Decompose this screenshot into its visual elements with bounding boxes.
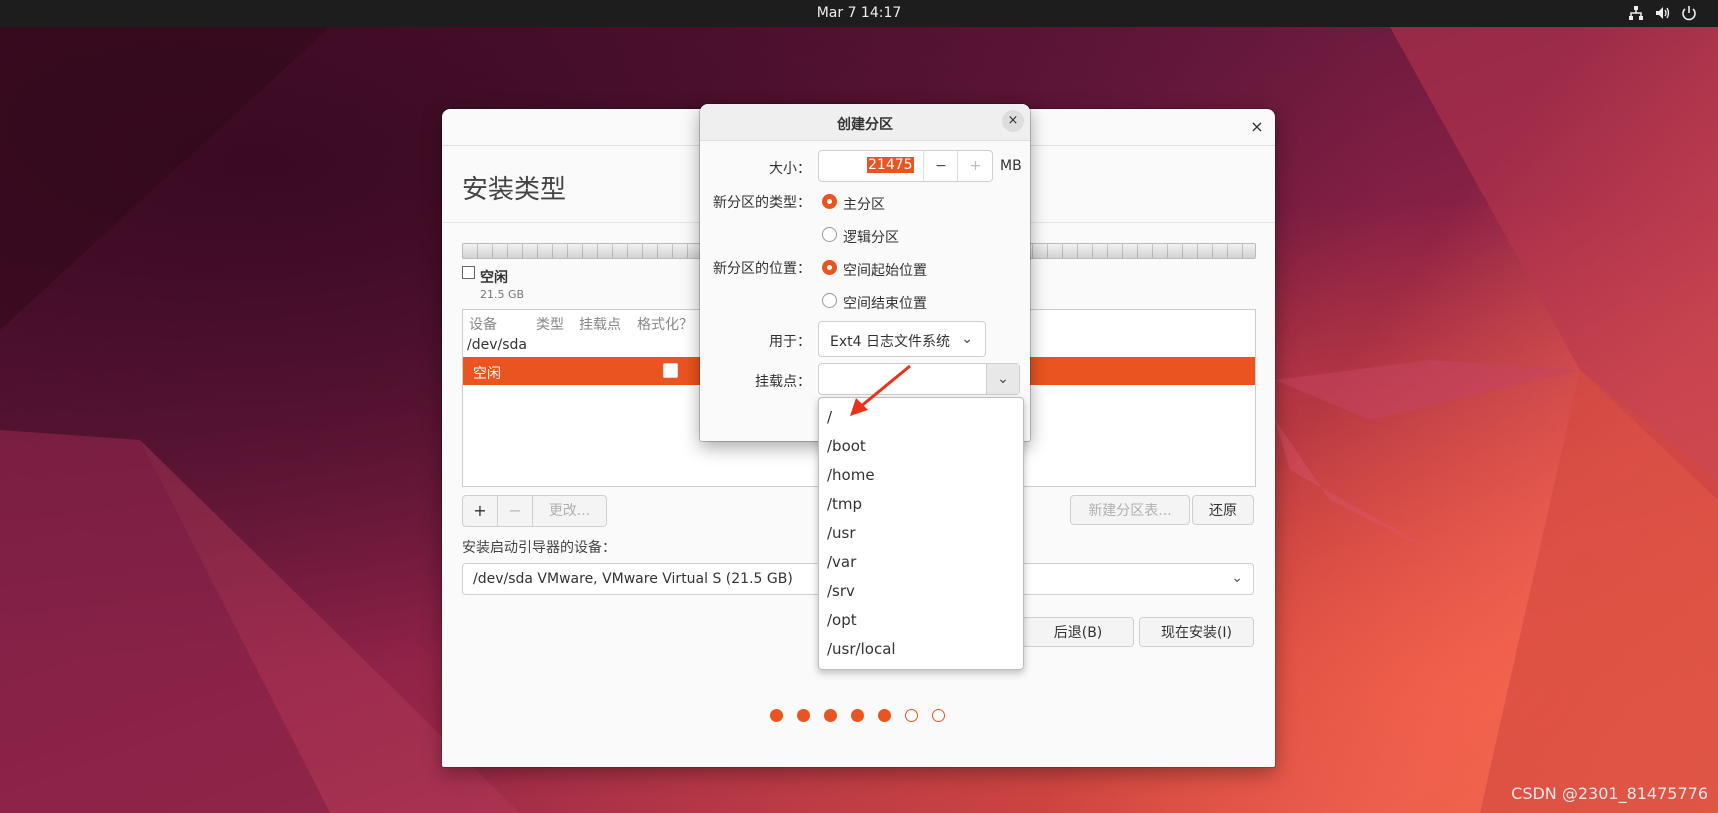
legend-label: 空闲 <box>480 270 508 286</box>
increment-button[interactable]: + <box>957 151 993 181</box>
partition-location-label: 新分区的位置： <box>713 261 811 277</box>
mount-point-dropdown: / /boot /home /tmp /usr /var /srv /opt /… <box>818 397 1024 670</box>
bootloader-value: /dev/sda VMware, VMware Virtual S (21.5 … <box>473 571 793 587</box>
progress-dot <box>851 709 864 722</box>
progress-dot <box>932 709 945 722</box>
radio-logical[interactable] <box>822 227 837 242</box>
chevron-down-icon: ⌄ <box>961 331 973 347</box>
back-button[interactable]: 后退(B) <box>1022 617 1134 647</box>
column-header-format[interactable]: 格式化？ <box>637 314 693 334</box>
mount-dropdown-button[interactable]: ⌄ <box>986 364 1019 394</box>
filesystem-select[interactable]: Ext4 日志文件系统 ⌄ <box>818 321 986 357</box>
dropdown-option[interactable]: /srv <box>819 577 1023 606</box>
legend-size: 21.5 GB <box>480 288 525 301</box>
radio-primary[interactable] <box>822 194 837 209</box>
mount-point-label: 挂载点： <box>755 374 811 390</box>
mount-point-combo[interactable]: ⌄ <box>818 363 1020 395</box>
radio-primary-label[interactable]: 主分区 <box>843 194 885 214</box>
bootloader-label: 安装启动引导器的设备： <box>462 540 616 556</box>
column-header-type[interactable]: 类型 <box>536 314 564 334</box>
volume-icon[interactable] <box>1654 4 1672 22</box>
top-bar: Mar 7 14:17 <box>0 0 1718 27</box>
size-spinbox[interactable]: 21475 − + <box>818 150 993 182</box>
remove-partition-button[interactable]: − <box>498 496 533 526</box>
progress-dot <box>770 709 783 722</box>
radio-start-label[interactable]: 空间起始位置 <box>843 260 927 280</box>
close-icon[interactable]: × <box>1247 117 1267 137</box>
column-header-mount[interactable]: 挂载点 <box>579 314 621 334</box>
size-label: 大小： <box>769 161 811 177</box>
dropdown-option[interactable]: /opt <box>819 606 1023 635</box>
dropdown-option[interactable]: /var <box>819 548 1023 577</box>
size-unit: MB <box>1000 158 1022 174</box>
add-partition-button[interactable]: + <box>463 496 498 526</box>
power-icon[interactable] <box>1680 4 1698 22</box>
dropdown-option[interactable]: /usr/local <box>819 635 1023 664</box>
dropdown-option[interactable]: /usr <box>819 519 1023 548</box>
new-partition-table-button[interactable]: 新建分区表... <box>1070 495 1190 525</box>
network-icon[interactable] <box>1627 4 1645 22</box>
use-as-label: 用于： <box>769 334 811 350</box>
progress-dot <box>905 709 918 722</box>
dialog-header: 创建分区 × <box>700 104 1030 141</box>
dropdown-option[interactable]: /tmp <box>819 490 1023 519</box>
dialog-title: 创建分区 <box>837 117 893 133</box>
partition-button-group: + − 更改... <box>462 495 607 527</box>
format-checkbox[interactable] <box>663 363 678 378</box>
progress-dot <box>824 709 837 722</box>
decrement-button[interactable]: − <box>923 151 958 181</box>
row-label: 空闲 <box>473 366 501 382</box>
dropdown-option[interactable]: /boot <box>819 432 1023 461</box>
filesystem-value: Ext4 日志文件系统 <box>830 334 950 350</box>
radio-end[interactable] <box>822 293 837 308</box>
legend-swatch <box>462 266 475 279</box>
revert-button[interactable]: 还原 <box>1192 495 1254 525</box>
create-partition-dialog: 创建分区 × 大小： 21475 − + MB 新分区的类型： 主分区 逻辑分区… <box>700 104 1030 441</box>
progress-dot <box>797 709 810 722</box>
radio-logical-label[interactable]: 逻辑分区 <box>843 227 899 247</box>
column-header-device[interactable]: 设备 <box>469 314 497 334</box>
progress-dot <box>878 709 891 722</box>
dropdown-option[interactable]: /home <box>819 461 1023 490</box>
clock[interactable]: Mar 7 14:17 <box>0 5 1718 21</box>
page-title: 安装类型 <box>462 175 567 205</box>
chevron-down-icon: ⌄ <box>1231 570 1243 586</box>
chevron-down-icon: ⌄ <box>997 371 1009 387</box>
size-input[interactable]: 21475 <box>867 157 914 173</box>
change-partition-button[interactable]: 更改... <box>533 496 606 526</box>
install-now-button[interactable]: 现在安装(I) <box>1139 617 1254 647</box>
radio-end-label[interactable]: 空间结束位置 <box>843 293 927 313</box>
table-row-device[interactable]: /dev/sda <box>467 337 527 353</box>
radio-start[interactable] <box>822 260 837 275</box>
partition-type-label: 新分区的类型： <box>713 195 811 211</box>
dropdown-option[interactable]: / <box>819 403 1023 432</box>
close-icon[interactable]: × <box>1002 110 1024 132</box>
watermark: CSDN @2301_81475776 <box>1511 784 1708 803</box>
